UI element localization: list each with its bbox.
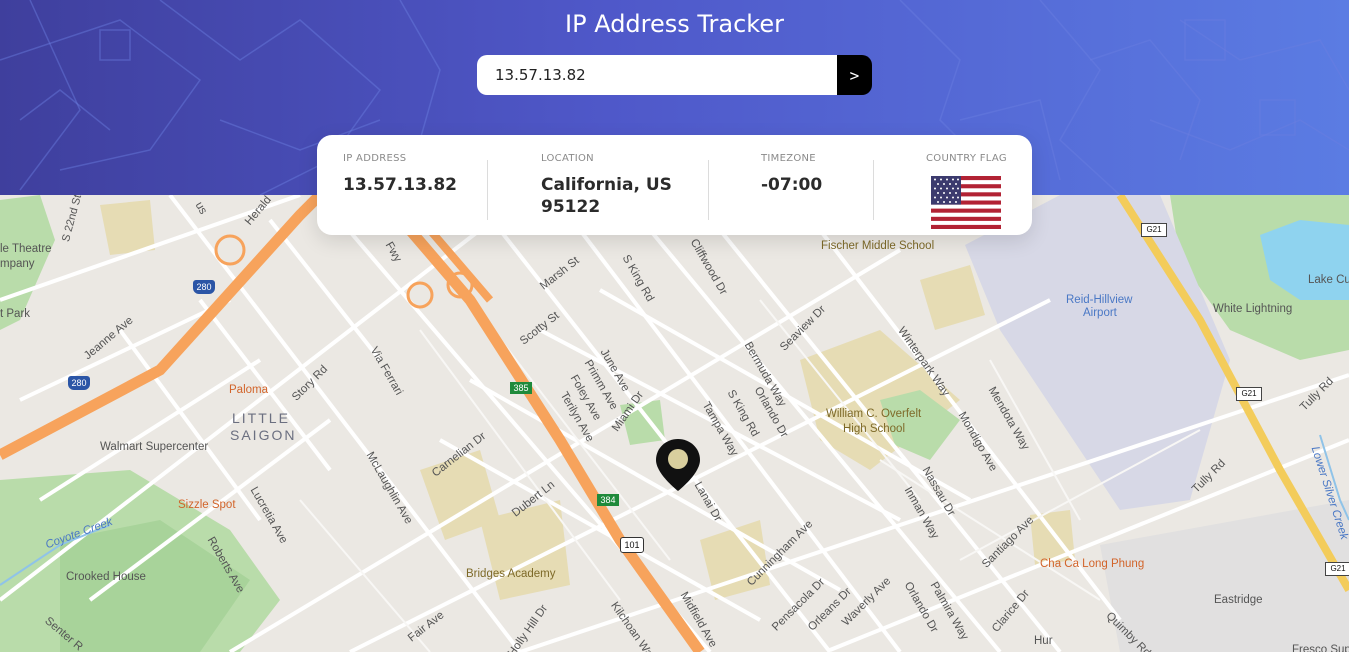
map-label: William C. Overfelt: [826, 408, 922, 420]
map-label: mpany: [0, 258, 35, 270]
map-label: Eastridge: [1214, 594, 1263, 606]
search-submit-button[interactable]: >: [837, 55, 872, 95]
map-canvas[interactable]: [0, 195, 1349, 652]
map-view[interactable]: 280 280 385 384 101 G21 G21 G21 le Theat…: [0, 195, 1349, 652]
ip-info-card: IP ADDRESS 13.57.13.82 LOCATION Californ…: [317, 135, 1032, 235]
timezone-value: -07:00: [761, 175, 823, 195]
map-label: White Lightning: [1213, 303, 1293, 315]
map-label: Crooked House: [66, 571, 146, 583]
map-label: Walmart Supercenter: [100, 441, 209, 453]
map-label: Sizzle Spot: [178, 499, 236, 511]
location-label: LOCATION: [541, 153, 594, 164]
map-label: Airport: [1083, 307, 1117, 319]
map-label: Hur: [1034, 635, 1053, 647]
country-flag-label: COUNTRY FLAG: [926, 153, 1007, 164]
map-label: Lake Cu: [1308, 274, 1349, 286]
timezone-label: TIMEZONE: [761, 153, 816, 164]
timezone-section: TIMEZONE -07:00: [761, 153, 822, 196]
ip-address-value: 13.57.13.82: [343, 175, 458, 195]
map-label: High School: [843, 423, 906, 435]
map-label: Reid-Hillview: [1066, 294, 1133, 306]
location-value: California, US 95122: [541, 174, 672, 218]
location-section: LOCATION California, US 95122: [541, 153, 672, 218]
map-label: Bridges Academy: [466, 568, 556, 580]
i280-shield: 280: [68, 376, 90, 390]
divider: [708, 160, 709, 220]
location-postal: 95122: [541, 197, 601, 217]
g21-shield: G21: [1141, 223, 1167, 237]
i280-shield: 280: [193, 280, 215, 294]
divider: [873, 160, 874, 220]
page-title: IP Address Tracker: [565, 10, 784, 38]
search-bar: >: [477, 55, 872, 95]
g21-shield: G21: [1236, 387, 1262, 401]
map-label: Cha Ca Long Phung: [1040, 558, 1145, 570]
us101-shield: 101: [620, 537, 644, 553]
route-384-shield: 384: [597, 494, 619, 506]
location-region: California, US: [541, 175, 672, 195]
ip-address-section: IP ADDRESS 13.57.13.82: [343, 153, 457, 196]
us-flag-icon: [931, 176, 1001, 229]
location-pin-icon[interactable]: [654, 437, 702, 493]
map-label: Paloma: [229, 384, 268, 396]
map-label: LITTLE: [232, 410, 290, 426]
map-label: SAIGON: [230, 427, 297, 443]
map-label: t Park: [0, 308, 31, 320]
country-flag-section: COUNTRY FLAG: [926, 153, 1007, 164]
map-label: le Theatre: [0, 243, 52, 255]
map-label: Fresco Super: [1292, 644, 1349, 652]
divider: [487, 160, 488, 220]
route-385-shield: 385: [510, 382, 532, 394]
map-label: Fischer Middle School: [821, 240, 935, 252]
ip-address-label: IP ADDRESS: [343, 153, 407, 164]
g21-shield: G21: [1325, 562, 1349, 576]
ip-search-input[interactable]: [477, 55, 837, 95]
